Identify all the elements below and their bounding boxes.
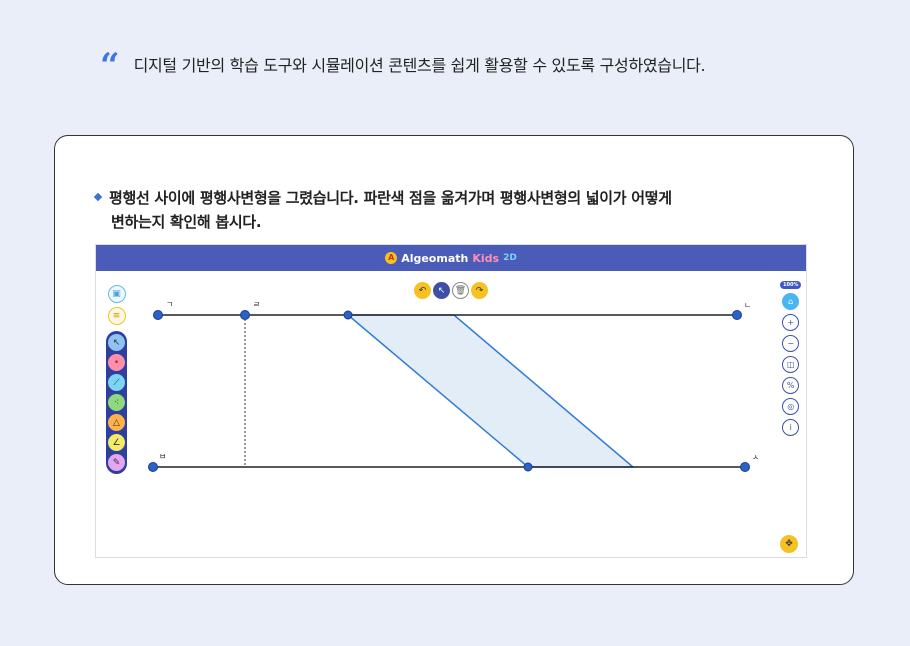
logo-icon: A: [385, 252, 398, 264]
zoom-in-icon[interactable]: +: [782, 314, 800, 331]
intro-row: “ 디지털 기반의 학습 도구와 시뮬레이션 콘텐츠를 쉽게 활용할 수 있도록…: [100, 46, 706, 86]
trash-icon[interactable]: 🗑: [452, 282, 469, 299]
left-toolbar: ▣ ≡ ↖ • ⟋ ⁖ △ ∠ ✎: [106, 285, 127, 474]
layer-icon[interactable]: ▣: [107, 285, 126, 303]
percent-icon[interactable]: %: [782, 377, 800, 394]
label-top-left: ㄱ: [166, 300, 173, 309]
diamond-bullet-icon: [93, 192, 103, 201]
info-icon[interactable]: i: [782, 419, 800, 436]
label-bottom-right: ㅅ: [752, 453, 759, 462]
logo-2d: 2D: [503, 253, 517, 263]
point-tool-icon[interactable]: •: [108, 354, 125, 371]
point-parallelogram-bottom[interactable]: [523, 462, 533, 472]
home-icon[interactable]: ⌂: [782, 293, 800, 310]
move-icon[interactable]: ✥: [780, 535, 798, 553]
label-top-right: ㄴ: [744, 301, 751, 310]
point-top-mid[interactable]: [240, 310, 250, 320]
algeomath-app: A Algeomath Kids 2D ㄱ ㄹ ㄴ ㅂ ㅅ ▣ ≡ ↖ • ⟋ …: [95, 244, 807, 558]
point-parallelogram-top[interactable]: [343, 310, 353, 320]
logo-kids: Kids: [472, 251, 500, 265]
point-top-left[interactable]: [153, 310, 163, 320]
instruction-line2: 변하는지 확인해 봅시다.: [111, 213, 262, 231]
polygon-tool-icon[interactable]: ⁖: [108, 394, 125, 411]
label-top-mid: ㄹ: [253, 300, 260, 309]
pencil-tool-icon[interactable]: ✎: [108, 454, 125, 471]
point-bottom-right[interactable]: [740, 462, 750, 472]
activity-card: 평행선 사이에 평행사변형을 그렸습니다. 파란색 점을 옮겨가며 평행사변형의…: [54, 135, 854, 585]
cursor-icon[interactable]: ↖: [433, 282, 450, 299]
quote-icon: “: [100, 46, 120, 86]
instruction-line1: 평행선 사이에 평행사변형을 그렸습니다. 파란색 점을 옮겨가며 평행사변형의…: [109, 189, 672, 207]
zoom-out-icon[interactable]: −: [782, 335, 800, 352]
undo-icon[interactable]: ↶: [414, 282, 431, 299]
zoom-level: 100%: [780, 281, 802, 289]
camera-icon[interactable]: ◫: [782, 356, 800, 373]
app-header: A Algeomath Kids 2D: [96, 245, 806, 271]
parallelogram: [345, 314, 636, 468]
logo-text: Algeomath: [401, 251, 469, 265]
measure-tool-icon[interactable]: △: [108, 414, 125, 431]
redo-icon[interactable]: ↷: [471, 282, 488, 299]
top-toolbar: ↶ ↖ 🗑 ↷: [414, 282, 488, 299]
object-list-icon[interactable]: ≡: [107, 307, 126, 325]
geometry-canvas[interactable]: ㄱ ㄹ ㄴ ㅂ ㅅ: [96, 271, 806, 557]
tool-group: ↖ • ⟋ ⁖ △ ∠ ✎: [106, 331, 127, 474]
intro-text: 디지털 기반의 학습 도구와 시뮬레이션 콘텐츠를 쉽게 활용할 수 있도록 구…: [133, 56, 706, 75]
point-top-right[interactable]: [732, 310, 742, 320]
label-bottom-left: ㅂ: [159, 452, 166, 461]
instruction: 평행선 사이에 평행사변형을 그렸습니다. 파란색 점을 옮겨가며 평행사변형의…: [93, 186, 775, 234]
line-tool-icon[interactable]: ⟋: [108, 374, 125, 391]
settings-icon[interactable]: ◎: [782, 398, 800, 415]
angle-tool-icon[interactable]: ∠: [108, 434, 125, 451]
select-tool-icon[interactable]: ↖: [108, 334, 125, 351]
right-toolbar: 100% ⌂ + − ◫ % ◎ i: [780, 281, 802, 436]
point-bottom-left[interactable]: [148, 462, 158, 472]
